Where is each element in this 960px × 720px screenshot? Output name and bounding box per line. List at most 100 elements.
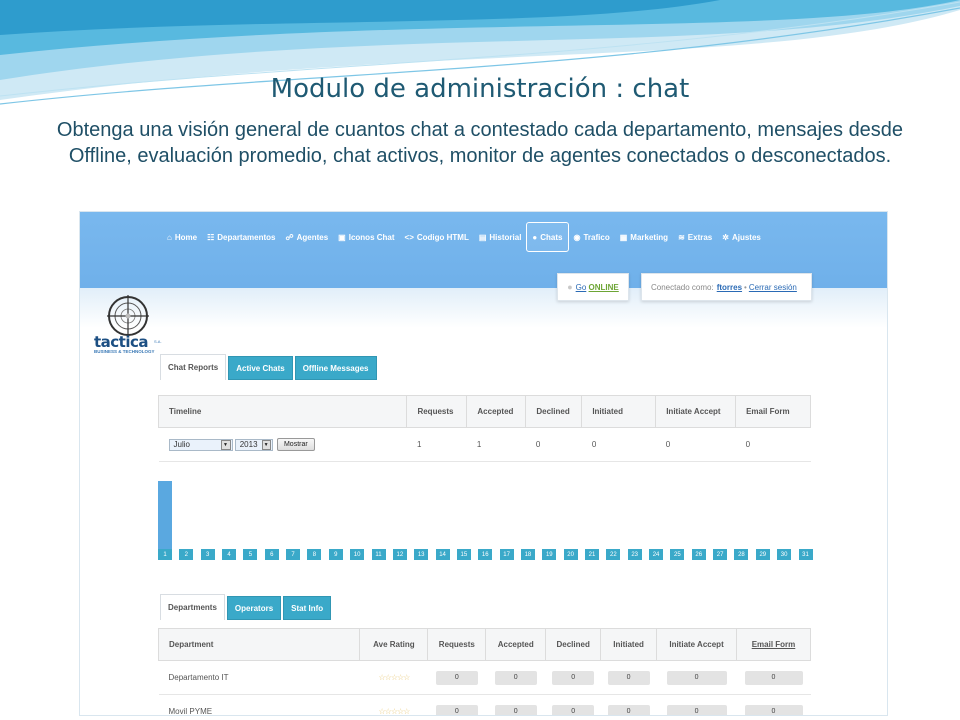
nav-trafico[interactable]: ◉ Trafico xyxy=(569,222,615,252)
month-value: Julio xyxy=(173,440,190,449)
initiate-accept-value: 0 xyxy=(666,704,727,715)
day-label[interactable]: 23 xyxy=(627,549,642,560)
day-label[interactable]: 4 xyxy=(222,549,237,560)
day-label[interactable]: 24 xyxy=(649,549,664,560)
day-label[interactable]: 13 xyxy=(414,549,429,560)
day-label[interactable]: 30 xyxy=(777,549,792,560)
logo-suffix: S.A. xyxy=(154,339,162,344)
home-icon: ⌂ xyxy=(167,232,172,242)
mostrar-button[interactable]: Mostrar xyxy=(276,438,315,451)
day-label[interactable]: 22 xyxy=(606,549,621,560)
nav-agentes[interactable]: ☍ Agentes xyxy=(281,222,334,252)
initiated-value: 0 xyxy=(607,670,650,685)
col-initiated: Initiated xyxy=(581,395,657,428)
col-initiate-accept: Initiate Accept xyxy=(656,628,737,661)
main-nav: ⌂ Home ☷ Departamentos ☍ Agentes ▣ Icono… xyxy=(162,222,766,252)
col-accepted: Accepted xyxy=(485,628,547,661)
day-label[interactable]: 18 xyxy=(520,549,535,560)
tab-active-chats[interactable]: Active Chats xyxy=(228,356,293,380)
year-select[interactable]: 2013 ▼ xyxy=(234,438,273,451)
tab-chat-reports[interactable]: Chat Reports xyxy=(160,354,227,380)
day-label[interactable]: 17 xyxy=(499,549,514,560)
tab-operators[interactable]: Operators xyxy=(226,596,282,620)
day-label[interactable]: 19 xyxy=(542,549,557,560)
table-row: Movil PYME ☆☆☆☆☆ 0 0 0 0 0 0 xyxy=(158,694,811,715)
day-label[interactable]: 7 xyxy=(286,549,301,560)
nav-historial[interactable]: ▤ Historial xyxy=(474,222,527,252)
day-label[interactable]: 16 xyxy=(478,549,493,560)
logout-link[interactable]: Cerrar sesión xyxy=(749,283,797,292)
nav-label: Trafico xyxy=(583,232,610,242)
col-initiated: Initiated xyxy=(600,628,658,661)
col-initiate-accept: Initiate Accept xyxy=(655,395,737,428)
day-label[interactable]: 1 xyxy=(158,549,172,560)
day-label[interactable]: 25 xyxy=(670,549,685,560)
col-declined: Declined xyxy=(525,395,583,428)
declined-value: 0 xyxy=(552,704,595,715)
go-online-button[interactable]: ● Go ONLINE xyxy=(557,273,629,301)
day-label[interactable]: 6 xyxy=(264,549,279,560)
col-declined: Declined xyxy=(545,628,602,661)
nav-home[interactable]: ⌂ Home xyxy=(162,222,202,252)
email-form-value: 0 xyxy=(744,704,803,715)
nav-iconos-chat[interactable]: ▣ Iconos Chat xyxy=(333,222,399,252)
nav-codigo-html[interactable]: <> Codigo HTML xyxy=(400,222,474,252)
nav-chats[interactable]: ● Chats xyxy=(526,222,569,252)
email-form-value: 0 xyxy=(744,670,803,685)
history-icon: ▤ xyxy=(478,232,487,242)
department-tabs: Departments Operators Stat Info xyxy=(160,594,333,620)
email-form-value: 0 xyxy=(735,427,811,462)
tab-departments[interactable]: Departments xyxy=(160,594,225,620)
separator: • xyxy=(744,282,747,292)
nav-label: Home xyxy=(174,232,198,242)
day-label[interactable]: 9 xyxy=(328,549,343,560)
nav-ajustes[interactable]: ✲ Ajustes xyxy=(717,222,766,252)
col-ave-rating: Ave Rating xyxy=(359,628,429,661)
day-label[interactable]: 27 xyxy=(713,549,728,560)
day-label[interactable]: 12 xyxy=(392,549,407,560)
username-link[interactable]: ftorres xyxy=(717,283,742,292)
col-requests: Requests xyxy=(427,628,487,661)
col-email-form: Email Form xyxy=(735,395,811,428)
logo-tagline: BUSINESS & TECHNOLOGY xyxy=(94,349,155,354)
col-department: Department xyxy=(157,628,361,661)
day-label[interactable]: 2 xyxy=(179,549,194,560)
nav-label: Extras xyxy=(687,232,713,242)
nav-extras[interactable]: ≋ Extras xyxy=(673,222,717,252)
day-label[interactable]: 21 xyxy=(585,549,599,560)
code-icon: <> xyxy=(404,232,414,242)
nav-marketing[interactable]: ▦ Marketing xyxy=(615,222,673,252)
day-label[interactable]: 15 xyxy=(456,549,471,560)
day-label[interactable]: 11 xyxy=(371,549,386,560)
initiated-value: 0 xyxy=(607,704,650,715)
day-label[interactable]: 5 xyxy=(243,549,258,560)
nav-label: Historial xyxy=(489,232,522,242)
nav-departamentos[interactable]: ☷ Departamentos xyxy=(202,222,280,252)
accepted-value: 0 xyxy=(494,704,537,715)
day-label[interactable]: 26 xyxy=(691,549,706,560)
day-label[interactable]: 10 xyxy=(350,549,365,560)
month-select[interactable]: Julio ▼ xyxy=(168,438,233,451)
requests-value: 0 xyxy=(435,704,478,715)
accepted-value: 0 xyxy=(494,670,537,685)
col-email-form[interactable]: Email Form xyxy=(736,628,811,661)
day-label[interactable]: 8 xyxy=(307,549,322,560)
tab-offline-messages[interactable]: Offline Messages xyxy=(294,356,377,380)
lightbulb-icon: ● xyxy=(567,282,573,292)
table-header-row: Department Ave Rating Requests Accepted … xyxy=(157,628,811,661)
day-label[interactable]: 28 xyxy=(734,549,749,560)
col-accepted: Accepted xyxy=(466,395,527,428)
declined-value: 0 xyxy=(525,427,582,462)
day-label[interactable]: 14 xyxy=(435,549,450,560)
image-icon: ▣ xyxy=(338,232,346,242)
calendar-icon: ▦ xyxy=(619,232,628,242)
tab-stat-info[interactable]: Stat Info xyxy=(283,596,332,620)
day-label[interactable]: 29 xyxy=(755,549,770,560)
day-label[interactable]: 20 xyxy=(563,549,578,560)
day-label[interactable]: 3 xyxy=(200,549,215,560)
globe-icon: ◉ xyxy=(573,232,581,242)
col-timeline: Timeline xyxy=(157,395,408,428)
year-value: 2013 xyxy=(239,440,258,449)
day-label[interactable]: 31 xyxy=(798,549,813,560)
report-tabs: Chat Reports Active Chats Offline Messag… xyxy=(160,354,379,380)
